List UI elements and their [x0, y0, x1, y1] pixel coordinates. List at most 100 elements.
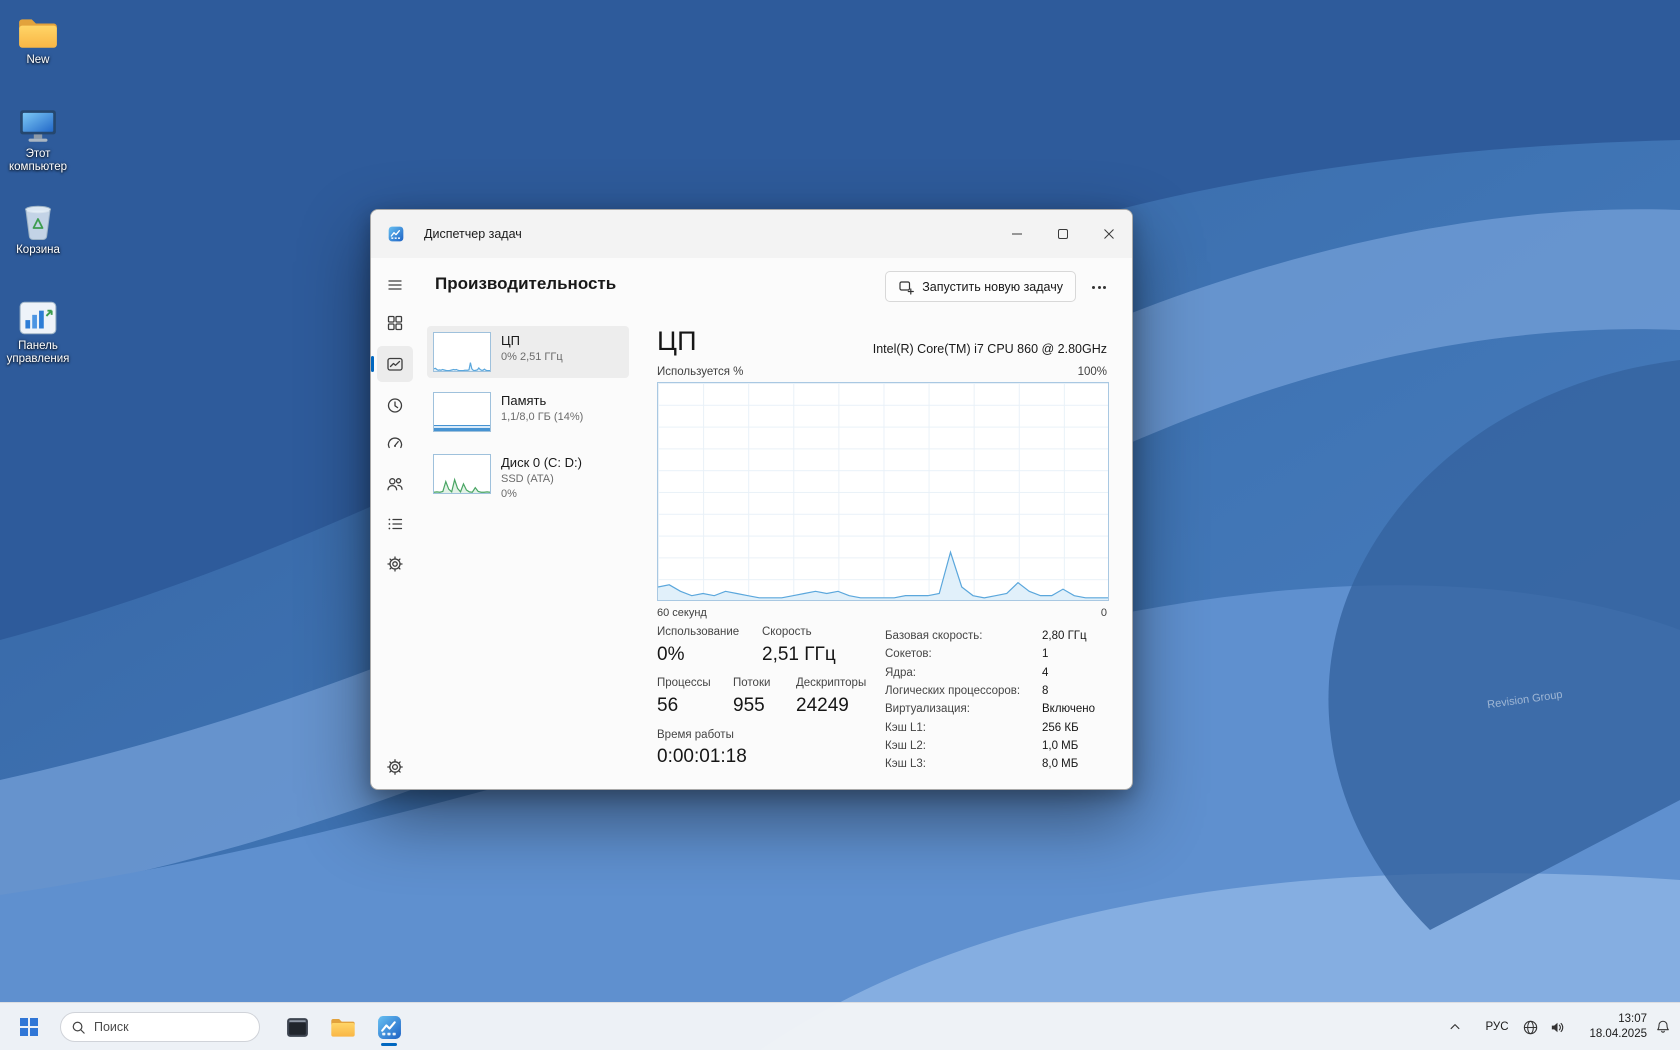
bell-icon [1655, 1019, 1671, 1035]
nav-services-button[interactable] [377, 546, 413, 582]
stat-value-uptime: 0:00:01:18 [657, 746, 747, 768]
services-icon [386, 555, 404, 573]
spec-label: Кэш L1: [885, 722, 1042, 734]
folder-icon [330, 1016, 356, 1039]
spec-value: 2,80 ГГц [1042, 630, 1087, 642]
control-panel-icon [17, 299, 59, 337]
desktop-icon-recycle-bin[interactable]: Корзина [2, 198, 74, 260]
spec-label: Виртуализация: [885, 703, 1042, 715]
minimize-button[interactable] [994, 210, 1040, 258]
run-new-task-button[interactable]: Запустить новую задачу [885, 271, 1076, 302]
tray-show-hidden-icons[interactable] [1441, 1007, 1469, 1047]
nav-details-button[interactable] [377, 506, 413, 542]
spec-row: Виртуализация: Включено [885, 700, 1130, 718]
taskbar-file-explorer[interactable] [323, 1007, 363, 1047]
desktop-icon-control-panel[interactable]: Панель управления [2, 296, 74, 369]
taskbar-task-manager[interactable] [369, 1007, 409, 1047]
taskbar-search[interactable] [60, 1012, 260, 1042]
perf-item-name: ЦП [501, 333, 563, 348]
desktop-icon-label: Корзина [16, 244, 60, 257]
speaker-icon [1549, 1019, 1566, 1036]
graph-usage-label: Используется % [657, 366, 743, 378]
graph-max-label: 100% [1078, 366, 1107, 378]
spec-label: Кэш L2: [885, 740, 1042, 752]
spec-value: 256 КБ [1042, 722, 1079, 734]
memory-thumb-baseline [434, 428, 490, 431]
stat-value-handles: 24249 [796, 695, 849, 717]
spec-label: Ядра: [885, 667, 1042, 679]
globe-network-icon [1522, 1019, 1539, 1036]
stat-label: Дескрипторы [796, 677, 866, 689]
chevron-up-icon [1448, 1020, 1462, 1034]
graph-axis-right: 0 [1101, 607, 1107, 619]
perf-item-memory[interactable]: Память 1,1/8,0 ГБ (14%) [427, 386, 629, 438]
close-button[interactable] [1086, 210, 1132, 258]
spec-label: Базовая скорость: [885, 630, 1042, 642]
cpu-usage-graph [657, 382, 1109, 601]
spec-label: Кэш L3: [885, 758, 1042, 770]
perf-item-name: Диск 0 (C: D:) [501, 455, 582, 470]
spec-row: Кэш L1: 256 КБ [885, 718, 1130, 736]
nav-menu-button[interactable] [377, 267, 413, 303]
menu-icon [386, 276, 404, 294]
titlebar[interactable]: Диспетчер задач [371, 210, 1132, 258]
stat-value-speed: 2,51 ГГц [762, 644, 836, 666]
stat-label: Скорость [762, 626, 812, 638]
windows-logo-icon [20, 1018, 38, 1036]
clock-time: 13:07 [1567, 1012, 1647, 1027]
search-input[interactable] [94, 1020, 244, 1034]
nav-processes-button[interactable] [377, 305, 413, 341]
spec-row: Базовая скорость: 2,80 ГГц [885, 627, 1130, 645]
search-icon [71, 1020, 86, 1035]
performance-icon [386, 355, 404, 373]
spec-label: Логических процессоров: [885, 685, 1042, 697]
processes-icon [386, 314, 404, 332]
spec-value: 8,0 МБ [1042, 758, 1078, 770]
taskbar-app-dark-window[interactable] [277, 1007, 317, 1047]
maximize-button[interactable] [1040, 210, 1086, 258]
app-history-icon [386, 396, 404, 414]
network-button[interactable] [1517, 1007, 1543, 1047]
settings-button[interactable] [377, 749, 413, 785]
clock-date: 18.04.2025 [1567, 1027, 1647, 1042]
nav-startup-apps-button[interactable] [377, 425, 413, 461]
spec-value: 1,0 МБ [1042, 740, 1078, 752]
spec-row: Сокетов: 1 [885, 645, 1130, 663]
language-indicator[interactable]: РУС [1480, 1007, 1514, 1047]
cpu-spec-list: Базовая скорость: 2,80 ГГц Сокетов: 1 Яд… [885, 627, 1130, 773]
gear-icon [386, 758, 404, 776]
desktop-icon-new-folder[interactable]: New [2, 12, 74, 70]
task-manager-icon [388, 226, 404, 242]
perf-item-disk[interactable]: Диск 0 (C: D:) SSD (ATA) 0% [427, 448, 629, 512]
dark-window-app-icon [285, 1015, 310, 1040]
minimize-icon [1012, 229, 1022, 239]
start-button[interactable] [9, 1007, 49, 1047]
details-icon [386, 515, 404, 533]
more-options-button[interactable] [1086, 280, 1112, 295]
spec-value: Включено [1042, 703, 1095, 715]
new-task-icon [898, 279, 914, 295]
notification-center-button[interactable] [1651, 1007, 1675, 1047]
perf-item-name: Память [501, 393, 583, 408]
stat-value-threads: 955 [733, 695, 765, 717]
taskbar-clock[interactable]: 13:07 18.04.2025 [1567, 1012, 1647, 1041]
spec-label: Сокетов: [885, 648, 1042, 660]
nav-users-button[interactable] [377, 466, 413, 502]
stat-label: Использование [657, 626, 739, 638]
graph-axis-left: 60 секунд [657, 607, 707, 619]
stat-label: Потоки [733, 677, 770, 689]
disk-mini-graph [433, 454, 491, 494]
task-manager-icon [377, 1015, 402, 1040]
desktop-icon-label: Панель управления [2, 340, 74, 366]
close-icon [1104, 229, 1114, 239]
perf-item-detail: 0% 2,51 ГГц [501, 351, 563, 363]
spec-row: Ядра: 4 [885, 664, 1130, 682]
nav-performance-button[interactable] [377, 346, 413, 382]
window-title: Диспетчер задач [424, 227, 522, 241]
desktop-icon-this-pc[interactable]: Этот компьютер [2, 104, 74, 177]
spec-row: Кэш L2: 1,0 МБ [885, 737, 1130, 755]
nav-app-history-button[interactable] [377, 387, 413, 423]
taskbar: РУС 13:07 18.04.2025 [0, 1002, 1680, 1050]
perf-item-cpu[interactable]: ЦП 0% 2,51 ГГц [427, 326, 629, 378]
stat-value-processes: 56 [657, 695, 678, 717]
